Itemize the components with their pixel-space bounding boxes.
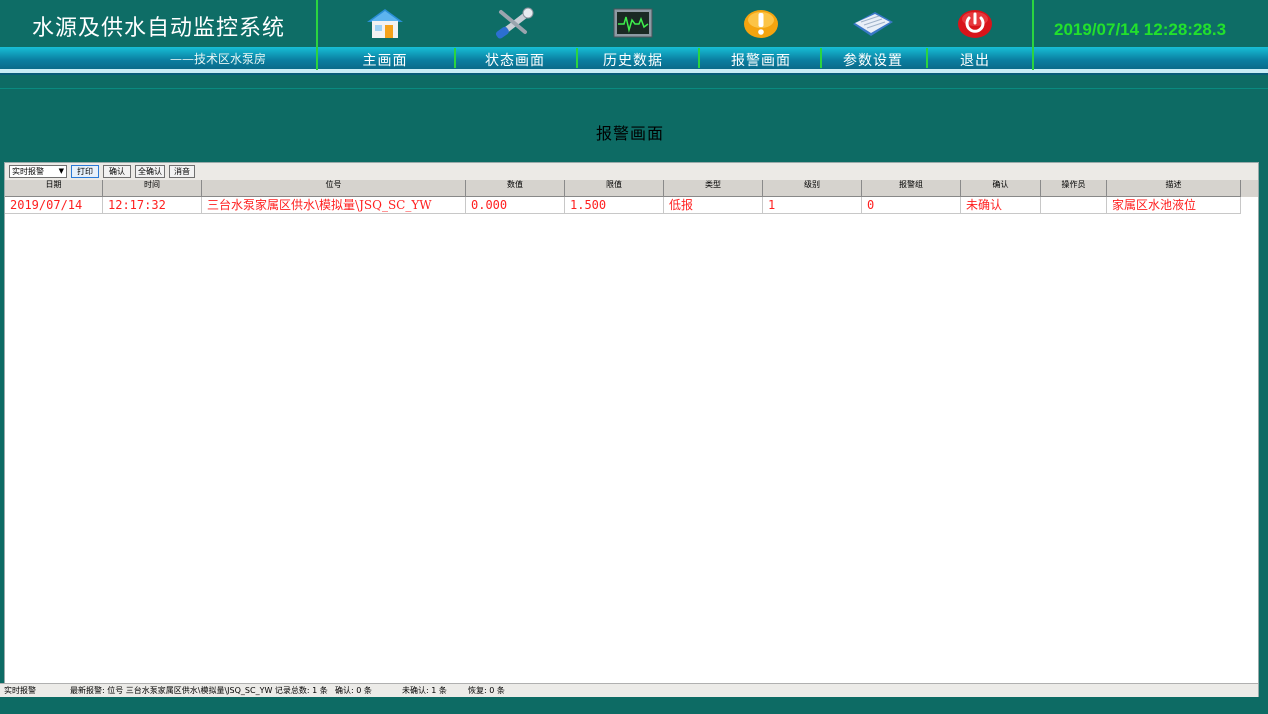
cell-confirm: 未确认 [961, 197, 1041, 214]
chevron-down-icon: ▼ [58, 167, 64, 175]
nav-label-main: 主画面 [362, 53, 408, 69]
monitor-waveform-icon [613, 8, 653, 38]
cell-tag: 三台水泵家属区供水\模拟量\JSQ_SC_YW [202, 197, 466, 214]
silence-button[interactable]: 消音 [169, 165, 195, 178]
scrollbar-corner [1240, 180, 1258, 197]
status-bar: 实时报警 最新报警: 位号 三台水泵家属区供水\模拟量\JSQ_SC_YW 记录… [0, 683, 1258, 697]
status-mode: 实时报警 [4, 686, 36, 695]
column-header[interactable]: 确认 [961, 180, 1041, 197]
divider [316, 0, 318, 70]
column-header[interactable]: 时间 [103, 180, 202, 197]
confirm-button[interactable]: 确认 [103, 165, 131, 178]
table-row[interactable]: 2019/07/14 12:17:32 三台水泵家属区供水\模拟量\JSQ_SC… [5, 197, 1241, 214]
status-confirmed: 确认: 0 条 [335, 686, 372, 695]
app-title: 水源及供水自动监控系统 [32, 16, 286, 41]
house-icon [367, 9, 403, 38]
column-header[interactable]: 限值 [565, 180, 664, 197]
nav-history[interactable]: 历史数据 [578, 0, 688, 70]
alarm-table: 日期 时间 位号 数值 限值 类型 级别 报警组 确认 操作员 描述 2019/… [5, 180, 1241, 214]
nav-underline-shadow [0, 73, 1268, 75]
cell-operator [1041, 197, 1107, 214]
warning-icon [744, 10, 778, 38]
cell-value: 0.000 [466, 197, 565, 214]
column-header[interactable]: 级别 [763, 180, 862, 197]
divider [698, 48, 700, 68]
header: 水源及供水自动监控系统 ——技术区水泵房 主画面 状态画面 历史数据 报警画面 … [0, 0, 1268, 80]
alarm-toolbar: 实时报警 ▼ 打印 确认 全确认 消音 [5, 163, 1258, 180]
keyboard-icon [853, 12, 893, 36]
app-subtitle: ——技术区水泵房 [170, 52, 267, 66]
nav-main[interactable]: 主画面 [330, 0, 440, 70]
nav-exit[interactable]: 退出 [920, 0, 1030, 70]
column-header[interactable]: 描述 [1107, 180, 1241, 197]
nav-label-history: 历史数据 [603, 53, 663, 69]
status-unconfirmed: 未确认: 1 条 [402, 686, 447, 695]
column-header[interactable]: 操作员 [1041, 180, 1107, 197]
cell-description: 家属区水池液位 [1107, 197, 1241, 214]
divider [454, 48, 456, 68]
nav-status[interactable]: 状态画面 [460, 0, 570, 70]
nav-label-alarm: 报警画面 [731, 53, 791, 69]
alarm-panel: 实时报警 ▼ 打印 确认 全确认 消音 日期 时间 位号 数值 限值 类型 级别… [4, 162, 1259, 697]
alarm-mode-value: 实时报警 [12, 167, 44, 176]
column-header[interactable]: 类型 [664, 180, 763, 197]
nav-label-status: 状态画面 [485, 53, 545, 69]
nav-label-exit: 退出 [960, 53, 990, 69]
cell-time: 12:17:32 [103, 197, 202, 214]
power-icon [958, 10, 992, 38]
cell-date: 2019/07/14 [5, 197, 103, 214]
nav-settings[interactable]: 参数设置 [818, 0, 928, 70]
nav-alarm[interactable]: 报警画面 [706, 0, 816, 70]
print-button[interactable]: 打印 [71, 165, 99, 178]
page-title: 报警画面 [595, 124, 664, 143]
table-header: 日期 时间 位号 数值 限值 类型 级别 报警组 确认 操作员 描述 [5, 180, 1241, 197]
column-header[interactable]: 报警组 [862, 180, 961, 197]
column-header[interactable]: 数值 [466, 180, 565, 197]
cell-type: 低报 [664, 197, 763, 214]
status-recovered: 恢复: 0 条 [468, 686, 505, 695]
alarm-mode-select[interactable]: 实时报警 ▼ [9, 165, 67, 178]
confirm-all-button[interactable]: 全确认 [135, 165, 165, 178]
column-header[interactable]: 日期 [5, 180, 103, 197]
clock: 2019/07/14 12:28:28.3 [1054, 20, 1227, 39]
divider [1032, 0, 1034, 70]
cell-group: 0 [862, 197, 961, 214]
status-latest: 最新报警: 位号 三台水泵家属区供水\模拟量\JSQ_SC_YW 记录总数: 1… [70, 686, 328, 695]
cell-level: 1 [763, 197, 862, 214]
cell-limit: 1.500 [565, 197, 664, 214]
nav-label-settings: 参数设置 [843, 53, 903, 69]
wrench-screwdriver-icon [495, 7, 534, 39]
column-header[interactable]: 位号 [202, 180, 466, 197]
